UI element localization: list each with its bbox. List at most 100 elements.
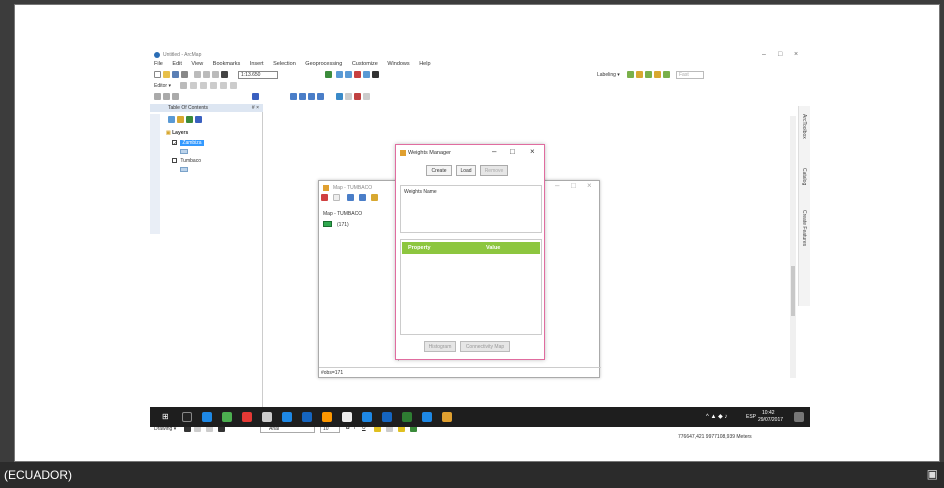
map-close-button[interactable]: × [587,181,592,190]
new-document-icon[interactable] [154,71,161,78]
zoom-out-icon[interactable] [359,194,366,201]
clock-time[interactable]: 10:42 [762,410,775,416]
create-features-tab[interactable]: Create Features [801,210,807,246]
menu-windows[interactable]: Windows [387,61,409,67]
menu-bookmarks[interactable]: Bookmarks [213,61,241,67]
edge-browser-icon[interactable] [202,412,212,422]
list-by-drawing-order-icon[interactable] [168,116,175,123]
delete-icon[interactable] [221,71,228,78]
mail-icon[interactable] [342,412,352,422]
select-arrow-icon[interactable] [321,194,328,201]
excel-icon[interactable] [402,412,412,422]
load-button[interactable]: Load [456,165,476,176]
save-icon[interactable] [172,71,179,78]
menu-selection[interactable]: Selection [273,61,296,67]
zoom-out-icon[interactable] [299,93,306,100]
search-icon[interactable] [182,412,192,422]
layers-group[interactable]: ▣ Layers [166,130,188,136]
list-by-source-icon[interactable] [177,116,184,123]
tumbaco-checkbox[interactable] [172,158,177,164]
menu-customize[interactable]: Customize [352,61,378,67]
skype-icon[interactable] [362,412,372,422]
menu-geoprocessing[interactable]: Geoprocessing [305,61,342,67]
full-extent-icon[interactable] [317,93,324,100]
split-icon[interactable] [210,82,217,89]
sketch-icon[interactable] [200,82,207,89]
app2-icon[interactable] [422,412,432,422]
paste-icon[interactable] [212,71,219,78]
store-icon[interactable] [222,412,232,422]
menu-help[interactable]: Help [419,61,430,67]
arcmap-taskbar-icon[interactable] [282,412,292,422]
app-icon[interactable] [242,412,252,422]
label-weight-icon[interactable] [645,71,652,78]
lock-labels-icon[interactable] [654,71,661,78]
catalog-icon[interactable] [345,71,352,78]
list-by-visibility-icon[interactable] [186,116,193,123]
table-of-contents-icon[interactable] [336,71,343,78]
layer-tumbaco[interactable]: Tumbaco [172,158,201,164]
outlook-icon[interactable] [382,412,392,422]
editor-toolbar-icon[interactable] [325,71,332,78]
minimize-button[interactable]: – [762,51,766,58]
start-button[interactable]: ⊞ [162,412,169,421]
menu-view[interactable]: View [191,61,203,67]
measure-icon[interactable] [354,93,361,100]
remove-button[interactable]: Remove [480,165,508,176]
arctoolbox-icon[interactable] [363,71,370,78]
view-unplaced-icon[interactable] [663,71,670,78]
connectivity-map-button[interactable]: Connectivity Map [460,341,510,352]
tray-icons[interactable]: ^ ▲ ◆ ♪ [706,413,727,420]
vertical-scrollbar[interactable] [790,116,796,378]
weights-close-button[interactable]: × [530,147,535,156]
arctoolbox-tab[interactable]: ArcToolbox [801,114,807,139]
notifications-icon[interactable] [794,412,804,422]
editor-menu[interactable]: Editor ▾ [154,83,171,89]
chrome-icon[interactable] [322,412,332,422]
identify-icon[interactable] [336,93,343,100]
georeferencing-icon[interactable] [154,93,161,100]
file-explorer-icon[interactable] [262,412,272,422]
layer-icon[interactable] [163,93,170,100]
menu-edit[interactable]: Edit [172,61,181,67]
menu-file[interactable]: File [154,61,163,67]
label-manager-icon[interactable] [627,71,634,78]
weights-minimize-button[interactable]: – [492,147,496,156]
map-minimize-button[interactable]: – [555,181,559,190]
open-folder-icon[interactable] [163,71,170,78]
print-icon[interactable] [181,71,188,78]
layer-zambiza[interactable]: ✓ Zambiza [172,140,204,147]
reading-view-icon[interactable]: ▣ [927,467,938,481]
catalog-tab[interactable]: Catalog [801,168,807,185]
labeling-menu[interactable]: Labeling ▾ [597,72,620,78]
list-by-selection-icon[interactable] [195,116,202,123]
attributes-icon[interactable] [230,82,237,89]
pan-icon[interactable] [308,93,315,100]
weights-name-list[interactable]: Weights Name [400,185,542,233]
toc-close-button[interactable]: # × [252,104,259,112]
search-icon[interactable] [354,71,361,78]
rectify-icon[interactable] [172,93,179,100]
pan-icon[interactable] [371,194,378,201]
geoda-taskbar-icon[interactable] [442,412,452,422]
scroll-thumb[interactable] [791,266,795,316]
zoom-in-icon[interactable] [347,194,354,201]
input-language[interactable]: ESP [746,414,756,420]
maximize-button[interactable]: □ [778,51,782,58]
find-icon[interactable] [345,93,352,100]
zambiza-checkbox[interactable]: ✓ [172,140,177,147]
color-swatch-icon[interactable] [252,93,259,100]
edit-tool-icon[interactable] [180,82,187,89]
clock-date[interactable]: 29/07/2017 [758,417,783,423]
close-button[interactable]: × [794,51,798,58]
histogram-button[interactable]: Histogram [424,341,456,352]
select-features-icon[interactable] [363,93,370,100]
straight-segment-icon[interactable] [190,82,197,89]
python-icon[interactable] [372,71,379,78]
label-priority-icon[interactable] [636,71,643,78]
settings-icon[interactable] [333,194,340,201]
map-maximize-button[interactable]: □ [571,181,576,190]
map-scale-input[interactable]: 1:13.650 [238,71,278,79]
rotate-icon[interactable] [220,82,227,89]
label-quality-select[interactable]: Fast [676,71,704,79]
